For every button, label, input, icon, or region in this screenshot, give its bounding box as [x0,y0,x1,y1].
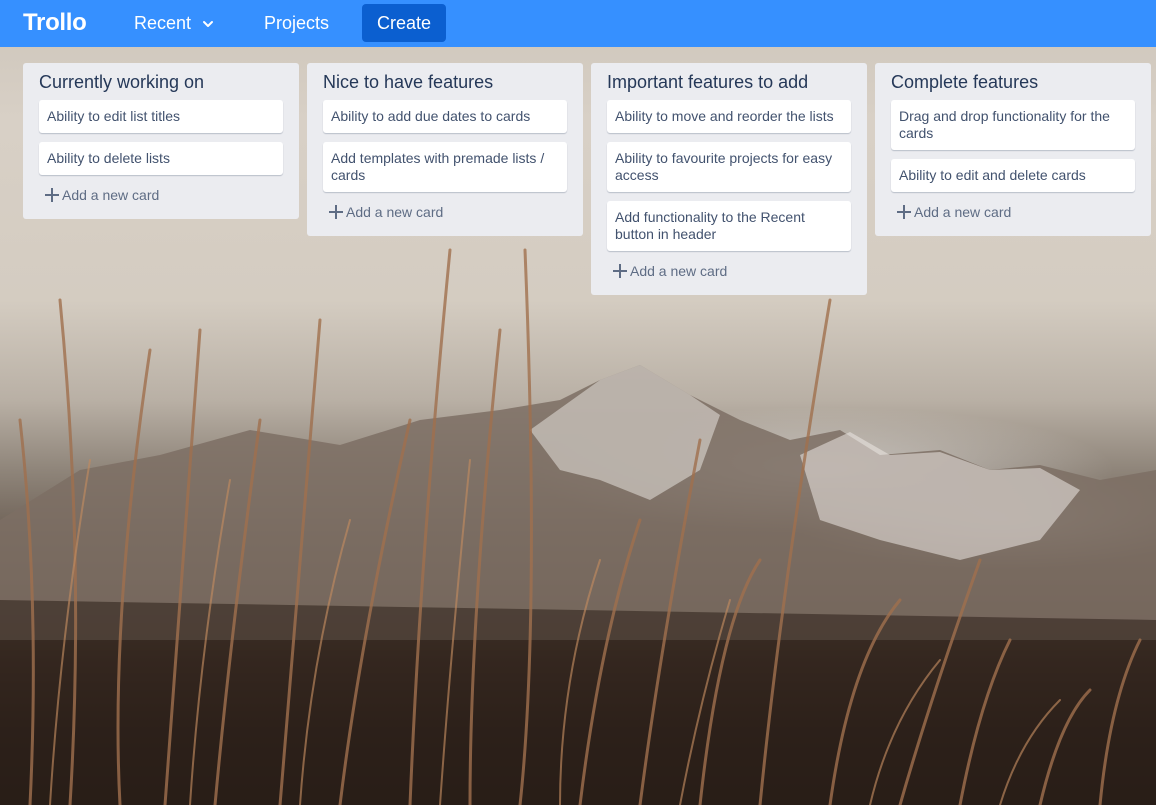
add-card-button[interactable]: Add a new card [607,261,851,281]
recent-label: Recent [134,13,192,33]
card[interactable]: Ability to move and reorder the lists [607,100,851,133]
add-card-button[interactable]: Add a new card [39,185,283,205]
list-complete-features: Complete features Drag and drop function… [875,63,1151,236]
recent-dropdown-button[interactable]: Recent [122,5,227,42]
list-title[interactable]: Currently working on [39,71,283,93]
plus-icon [613,264,627,278]
chevron-down-icon [203,20,214,27]
card[interactable]: Ability to delete lists [39,142,283,175]
add-card-label: Add a new card [914,204,1012,220]
projects-button[interactable]: Projects [252,5,341,42]
list-title[interactable]: Complete features [891,71,1135,93]
plus-icon [45,188,59,202]
list-title[interactable]: Nice to have features [323,71,567,93]
list-currently-working-on: Currently working on Ability to edit lis… [23,63,299,219]
add-card-label: Add a new card [630,263,728,279]
create-button[interactable]: Create [362,4,446,42]
card[interactable]: Drag and drop functionality for the card… [891,100,1135,150]
card[interactable]: Ability to edit and delete cards [891,159,1135,192]
card[interactable]: Add templates with premade lists / cards [323,142,567,192]
plus-icon [897,205,911,219]
list-title[interactable]: Important features to add [607,71,851,93]
add-card-button[interactable]: Add a new card [323,202,567,222]
add-card-label: Add a new card [346,204,444,220]
add-card-label: Add a new card [62,187,160,203]
card[interactable]: Ability to edit list titles [39,100,283,133]
add-card-button[interactable]: Add a new card [891,202,1135,222]
app-logo[interactable]: Trollo [23,9,87,37]
plus-icon [329,205,343,219]
list-important-features-to-add: Important features to add Ability to mov… [591,63,867,295]
card[interactable]: Ability to favourite projects for easy a… [607,142,851,192]
card[interactable]: Ability to add due dates to cards [323,100,567,133]
card[interactable]: Add functionality to the Recent button i… [607,201,851,251]
list-nice-to-have-features: Nice to have features Ability to add due… [307,63,583,236]
app-header: Trollo Recent Projects Create [0,0,1156,47]
